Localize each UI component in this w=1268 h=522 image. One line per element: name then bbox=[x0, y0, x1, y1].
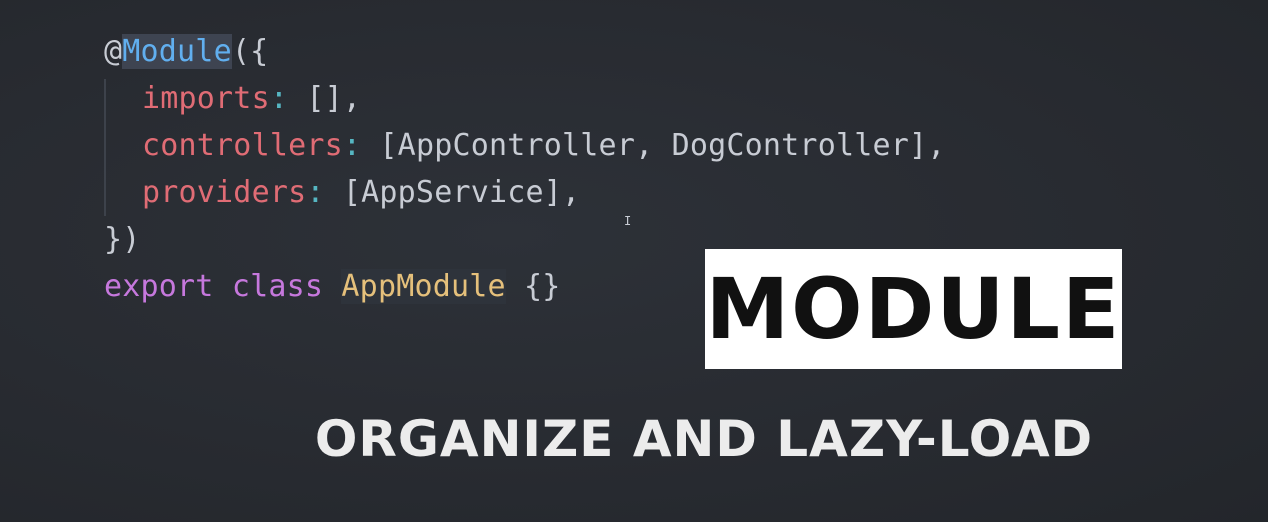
class-keyword: class bbox=[231, 269, 324, 304]
controllers-value: [AppController, DogController], bbox=[361, 128, 946, 163]
module-badge: MODULE bbox=[705, 249, 1122, 369]
controllers-key: controllers bbox=[142, 128, 343, 163]
imports-value: [], bbox=[288, 81, 362, 116]
text-cursor-icon: I bbox=[624, 214, 632, 228]
badge-label: MODULE bbox=[705, 260, 1122, 358]
providers-key: providers bbox=[142, 175, 307, 210]
providers-colon: : bbox=[306, 175, 325, 210]
class-body: {} bbox=[524, 269, 561, 304]
code-line-imports: imports: [], bbox=[104, 75, 946, 122]
export-keyword: export bbox=[104, 269, 214, 304]
code-line-controllers: controllers: [AppController, DogControll… bbox=[104, 122, 946, 169]
at-symbol: @ bbox=[104, 34, 123, 69]
code-line-providers: providers: [AppService], bbox=[104, 169, 946, 216]
decorator-open: ({ bbox=[231, 34, 269, 69]
class-name: AppModule bbox=[341, 269, 506, 304]
providers-value: [AppService], bbox=[324, 175, 581, 210]
imports-key: imports bbox=[142, 81, 270, 116]
code-line-decorator: @Module({ bbox=[104, 28, 946, 75]
imports-colon: : bbox=[269, 81, 289, 116]
decorator-close: }) bbox=[104, 222, 141, 257]
decorator-name: Module bbox=[122, 34, 232, 69]
subtitle-caption: ORGANIZE AND LAZY-LOAD bbox=[314, 410, 1094, 468]
controllers-colon: : bbox=[342, 128, 362, 163]
